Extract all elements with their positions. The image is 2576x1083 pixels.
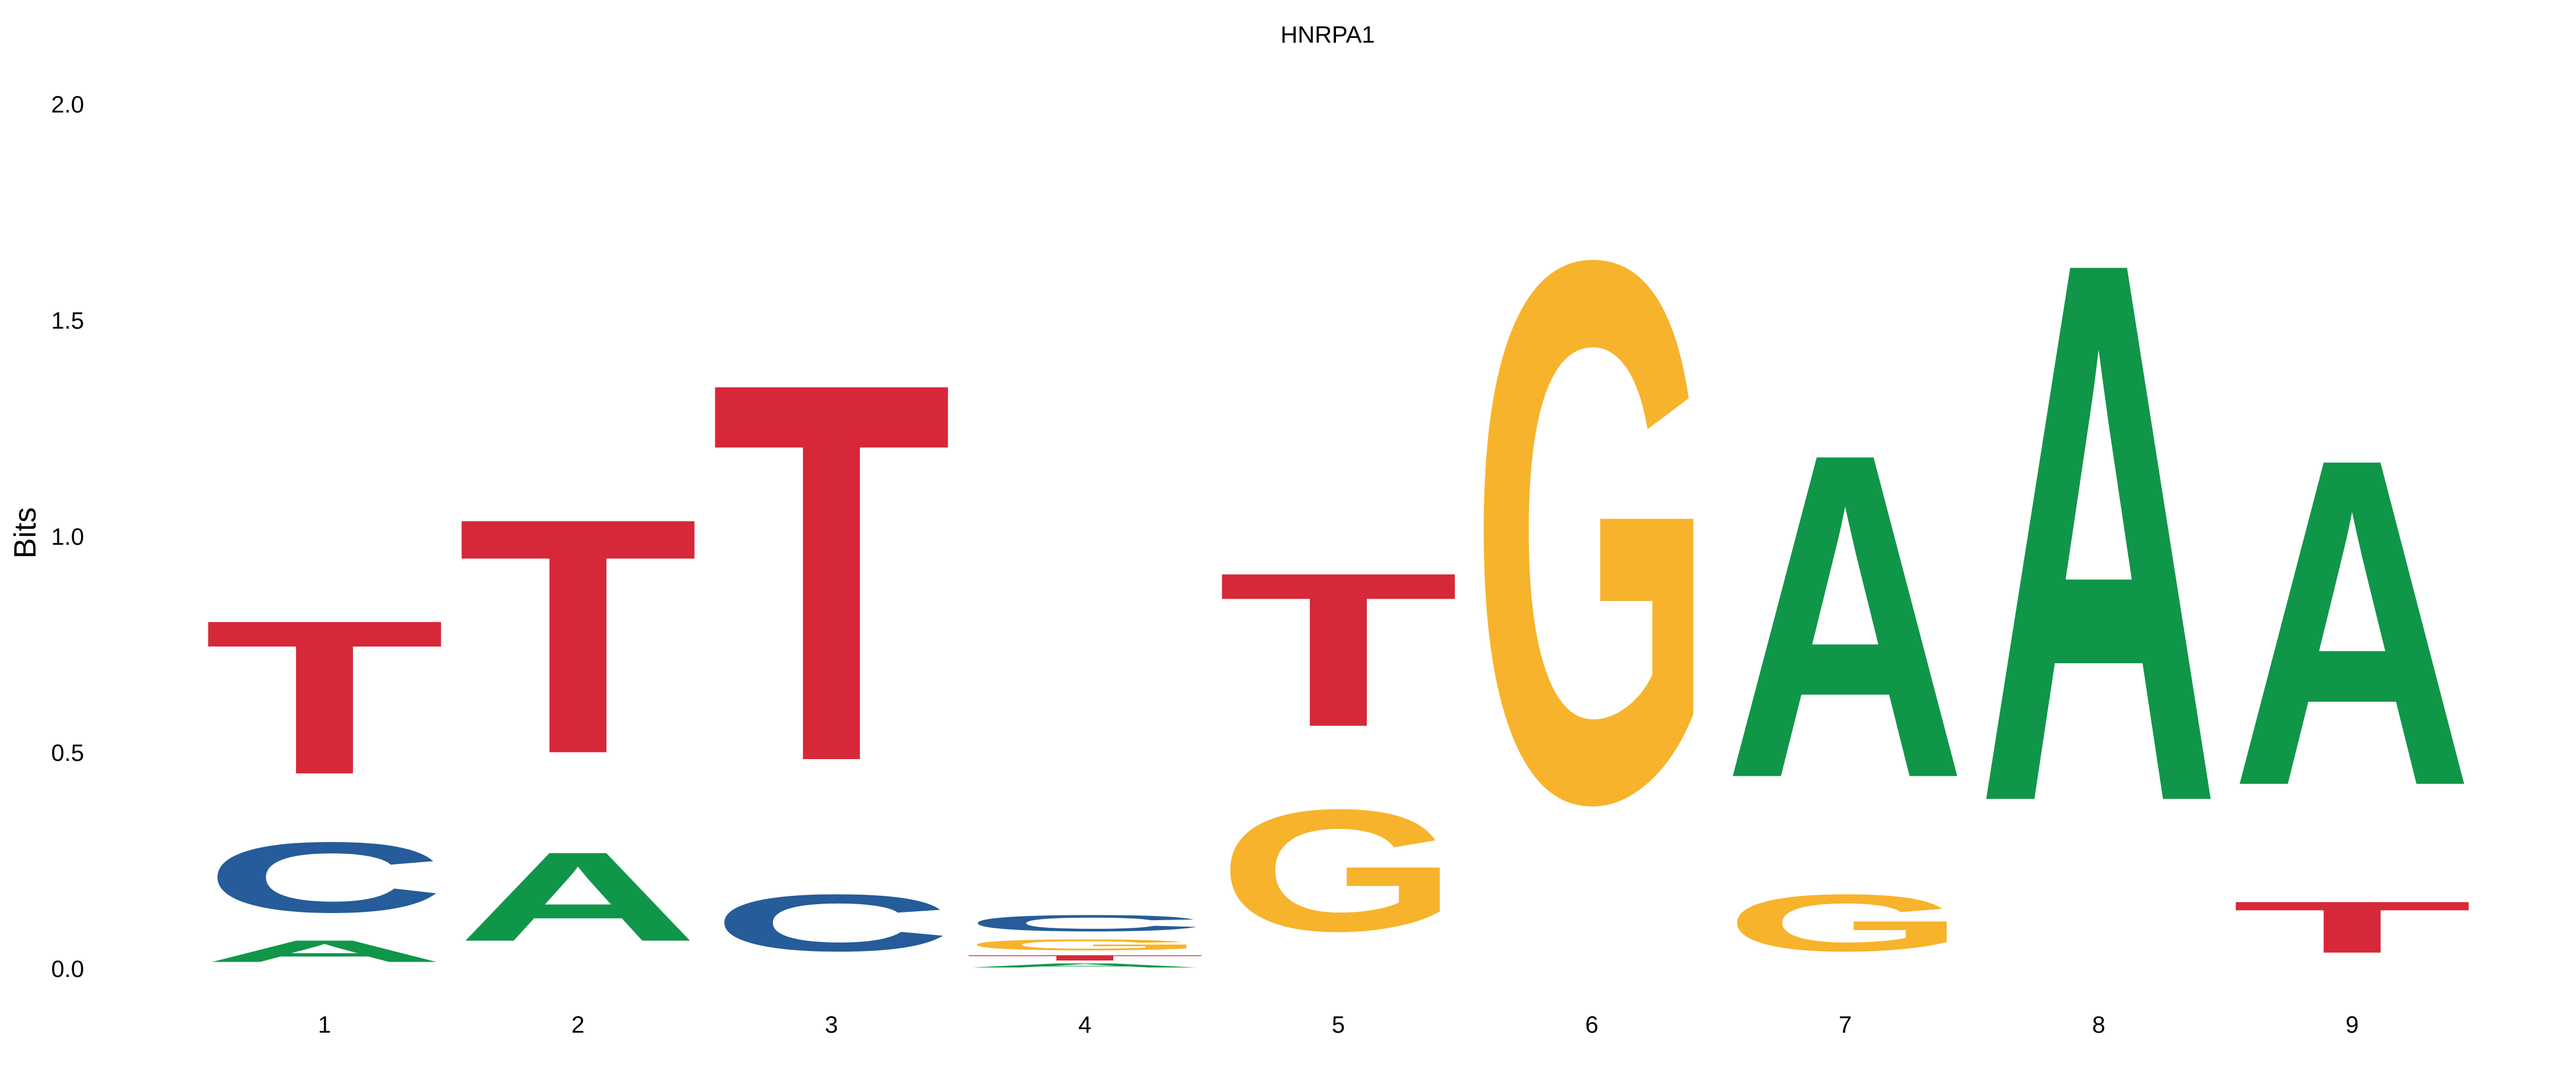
x-tick-label: 8: [2092, 1012, 2105, 1038]
logo-letter-c: C: [204, 821, 445, 933]
logo-letter-t: T: [711, 271, 952, 874]
y-tick-label: 0.5: [51, 740, 84, 766]
x-tick-label: 3: [825, 1012, 838, 1038]
logo-letter-t: T: [204, 574, 445, 820]
logo-letter-c: C: [711, 878, 952, 968]
y-axis-ticks: 0.0 0.5 1.0 1.5 2.0: [51, 92, 84, 982]
x-tick-label: 7: [1839, 1012, 1852, 1038]
logo-letter-g: G: [964, 936, 1206, 953]
y-tick-label: 2.0: [51, 92, 84, 118]
x-tick-label: 9: [2346, 1012, 2359, 1038]
x-tick-label: 4: [1078, 1012, 1091, 1038]
y-axis-label: Bits: [8, 507, 43, 559]
logo-letter-g: G: [1724, 878, 1966, 968]
logo-letter-t: T: [2231, 886, 2473, 968]
logo-letter-g: G: [1218, 773, 1459, 968]
logo-letter-a: A: [2231, 362, 2473, 883]
x-tick-label: 6: [1585, 1012, 1598, 1038]
y-tick-label: 1.5: [51, 308, 84, 334]
x-tick-label: 1: [318, 1012, 331, 1038]
x-tick-label: 2: [571, 1012, 584, 1038]
logo-letter-g: G: [1471, 101, 1713, 963]
y-tick-label: 1.0: [51, 524, 84, 550]
x-tick-label: 5: [1332, 1012, 1345, 1038]
sequence-logo-chart: HNRPA1 Bits 0.00.51.01.52.0 123456789 AC…: [8, 22, 2473, 1038]
logo-letter-t: T: [457, 449, 699, 824]
logo-letter-a: A: [204, 934, 445, 968]
logo-letter-t: T: [964, 953, 1206, 962]
y-tick-label: 0.0: [51, 956, 84, 982]
logo-letter-c: C: [964, 910, 1206, 936]
logo-letter-a: A: [964, 962, 1206, 969]
logo-letter-a: A: [1724, 356, 1966, 875]
logo-letters: ACTATCTATGC GT G GA A TA: [204, 101, 2473, 969]
chart-title: HNRPA1: [1280, 22, 1374, 48]
logo-letter-a: A: [1978, 101, 2220, 963]
x-axis-ticks: 1 2 3 4 5 6 7 8 9: [318, 1012, 2359, 1038]
logo-letter-a: A: [457, 825, 699, 968]
logo-letter-t: T: [1218, 527, 1459, 773]
